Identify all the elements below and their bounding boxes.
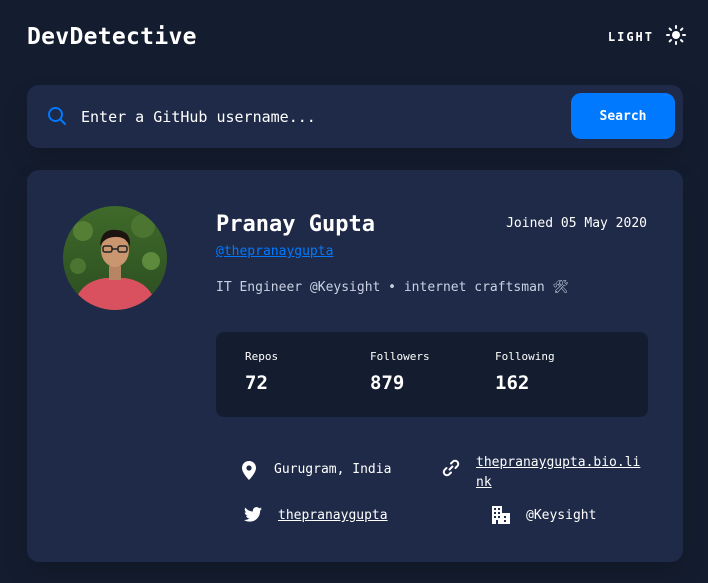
twitter-row: thepranaygupta (244, 506, 388, 526)
profile-card: Pranay Gupta Joined 05 May 2020 @thepran… (27, 170, 683, 562)
twitter-link[interactable]: thepranaygupta (278, 506, 388, 526)
search-bar: Search (27, 85, 683, 148)
stat-value: 72 (245, 372, 268, 394)
twitter-icon (244, 506, 262, 522)
stat-label: Repos (245, 350, 279, 363)
theme-toggle-label: LIGHT (607, 30, 654, 44)
search-button[interactable]: Search (571, 93, 675, 139)
location-text: Gurugram, India (274, 462, 392, 477)
company-text: @Keysight (526, 508, 597, 523)
profile-login-link[interactable]: @thepranaygupta (216, 244, 333, 259)
profile-bio: IT Engineer @Keysight • internet craftsm… (216, 280, 570, 295)
link-icon (442, 453, 460, 477)
location-pin-icon (240, 460, 258, 480)
stat-followers: Followers 879 (370, 350, 495, 417)
stat-repos: Repos 72 (245, 350, 370, 417)
stat-value: 879 (370, 372, 405, 394)
avatar (63, 206, 167, 310)
stat-label: Following (495, 350, 555, 363)
search-input[interactable] (81, 101, 561, 133)
profile-name: Pranay Gupta (216, 212, 375, 237)
stat-label: Followers (370, 350, 430, 363)
app-header: DevDetective LIGHT (27, 22, 686, 52)
search-icon (47, 106, 67, 130)
location-row: Gurugram, India (240, 460, 391, 480)
website-link[interactable]: thepranaygupta.bio.li nk (476, 453, 640, 493)
stats-panel: Repos 72 Followers 879 Following 162 (216, 332, 648, 417)
stat-value: 162 (495, 372, 530, 394)
stat-following: Following 162 (495, 350, 620, 417)
theme-toggle-button[interactable]: LIGHT (608, 25, 686, 49)
website-link-line2: nk (476, 475, 492, 490)
joined-date: Joined 05 May 2020 (506, 216, 647, 231)
app-logo: DevDetective (27, 24, 197, 50)
building-icon (492, 506, 510, 524)
company-row: @Keysight (492, 506, 596, 526)
website-link-line1: thepranaygupta.bio.li (476, 455, 641, 470)
sun-icon (666, 25, 686, 49)
website-row: thepranaygupta.bio.li nk (442, 453, 640, 493)
